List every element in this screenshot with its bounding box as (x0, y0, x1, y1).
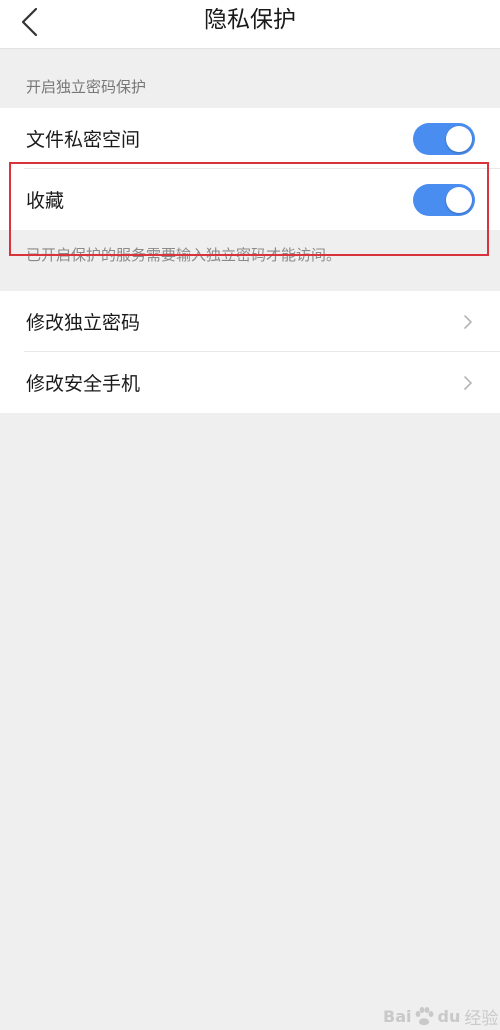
toggle-knob (446, 125, 472, 152)
row-label: 修改安全手机 (26, 373, 141, 395)
file-private-space-toggle[interactable] (413, 122, 475, 155)
row-label: 收藏 (26, 190, 65, 212)
header-bar: 隐私保护 (0, 0, 500, 49)
chevron-right-icon (464, 375, 472, 390)
watermark-text-mid: du (437, 1007, 461, 1026)
favorites-toggle[interactable] (413, 183, 475, 216)
row-label: 文件私密空间 (26, 129, 141, 151)
settings-item-change-phone[interactable]: 修改安全手机 (0, 352, 500, 413)
paw-icon (416, 1006, 434, 1025)
chevron-right-icon (464, 314, 472, 329)
page-title: 隐私保护 (204, 7, 296, 33)
toggle-knob (446, 186, 472, 213)
protection-group: 文件私密空间 收藏 (0, 108, 500, 230)
baidu-jingyan-watermark: Bai du 经验 (383, 1004, 498, 1029)
row-label: 修改独立密码 (26, 312, 141, 334)
protection-hint: 已开启保护的服务需要输入独立密码才能访问。 (26, 246, 342, 264)
watermark-text-left: Bai (383, 1007, 412, 1026)
settings-item-change-password[interactable]: 修改独立密码 (0, 291, 500, 352)
watermark-text-cn: 经验 (464, 1009, 499, 1029)
section-caption: 开启独立密码保护 (26, 78, 147, 96)
settings-group: 修改独立密码 修改安全手机 (0, 291, 500, 413)
toggle-row-file-private-space: 文件私密空间 (0, 108, 500, 169)
toggle-row-favorites: 收藏 (0, 169, 500, 230)
